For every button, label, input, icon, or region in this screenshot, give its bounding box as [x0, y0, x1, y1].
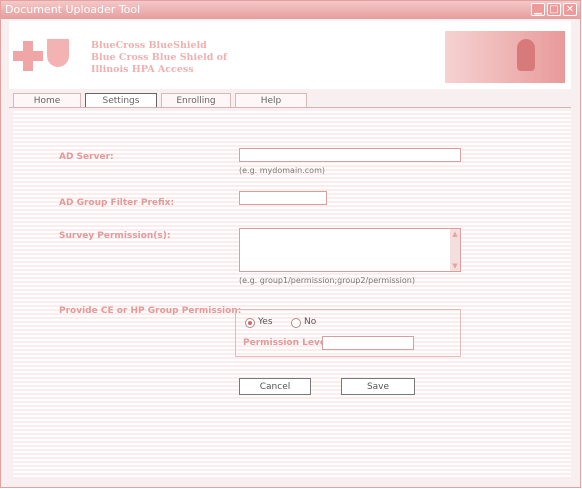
- permission-level-input[interactable]: [322, 336, 414, 350]
- permission-options-group: Yes No Permission Level:: [235, 309, 461, 357]
- brand-line-3: Illinois HPA Access: [91, 64, 194, 75]
- survey-permissions-hint: (e.g. group1/permission;group2/permissio…: [239, 276, 415, 285]
- save-button[interactable]: Save: [341, 378, 415, 395]
- shield-logo-icon: [47, 39, 69, 67]
- minimize-icon[interactable]: ▁: [531, 3, 545, 16]
- textarea-scrollbar[interactable]: ▲ ▼: [450, 229, 460, 271]
- tab-settings-label: Settings: [102, 96, 140, 106]
- tab-settings[interactable]: Settings: [85, 93, 157, 107]
- title-bar[interactable]: Document Uploader Tool ▁ □ ✕: [1, 1, 580, 19]
- tab-enrolling[interactable]: Enrolling: [161, 93, 231, 107]
- app-window: Document Uploader Tool ▁ □ ✕ BlueCross B…: [0, 0, 581, 488]
- window-title: Document Uploader Tool: [5, 3, 141, 16]
- ad-group-filter-input[interactable]: [239, 191, 327, 205]
- ad-server-label: AD Server:: [59, 152, 114, 162]
- tab-enrolling-label: Enrolling: [176, 96, 216, 106]
- brand-line-1: BlueCross BlueShield: [91, 40, 207, 51]
- maximize-icon[interactable]: □: [547, 3, 561, 16]
- ad-server-input[interactable]: [239, 148, 461, 162]
- tab-help-label: Help: [260, 96, 282, 106]
- cross-logo-icon: [13, 41, 43, 71]
- tab-home-label: Home: [33, 96, 61, 106]
- scroll-up-icon[interactable]: ▲: [451, 230, 459, 238]
- tab-strip: Home Settings Enrolling Help: [9, 89, 571, 108]
- header-banner: BlueCross BlueShield Blue Cross Blue Shi…: [9, 21, 571, 89]
- close-icon[interactable]: ✕: [563, 3, 577, 16]
- yes-radio[interactable]: [245, 318, 255, 328]
- banner-image: [445, 31, 565, 83]
- tab-home[interactable]: Home: [13, 93, 81, 107]
- ad-group-filter-label: AD Group Filter Prefix:: [59, 198, 175, 208]
- cancel-button[interactable]: Cancel: [239, 378, 311, 395]
- provide-permission-label: Provide CE or HP Group Permission:: [59, 306, 242, 316]
- ad-server-hint: (e.g. mydomain.com): [239, 166, 325, 175]
- settings-panel: AD Server: (e.g. mydomain.com) AD Group …: [13, 111, 571, 479]
- brand-line-2: Blue Cross Blue Shield of: [91, 52, 228, 63]
- person-figure-icon: [517, 39, 535, 71]
- yes-radio-label: Yes: [258, 317, 273, 327]
- brand-text: BlueCross BlueShield Blue Cross Blue Shi…: [91, 40, 261, 76]
- no-radio[interactable]: [291, 318, 301, 328]
- no-radio-label: No: [304, 317, 317, 327]
- tab-help[interactable]: Help: [235, 93, 307, 107]
- permission-level-label: Permission Level:: [243, 338, 333, 348]
- survey-permissions-textarea[interactable]: ▲ ▼: [239, 228, 461, 272]
- scroll-down-icon[interactable]: ▼: [451, 262, 459, 270]
- survey-permissions-label: Survey Permission(s):: [59, 231, 171, 241]
